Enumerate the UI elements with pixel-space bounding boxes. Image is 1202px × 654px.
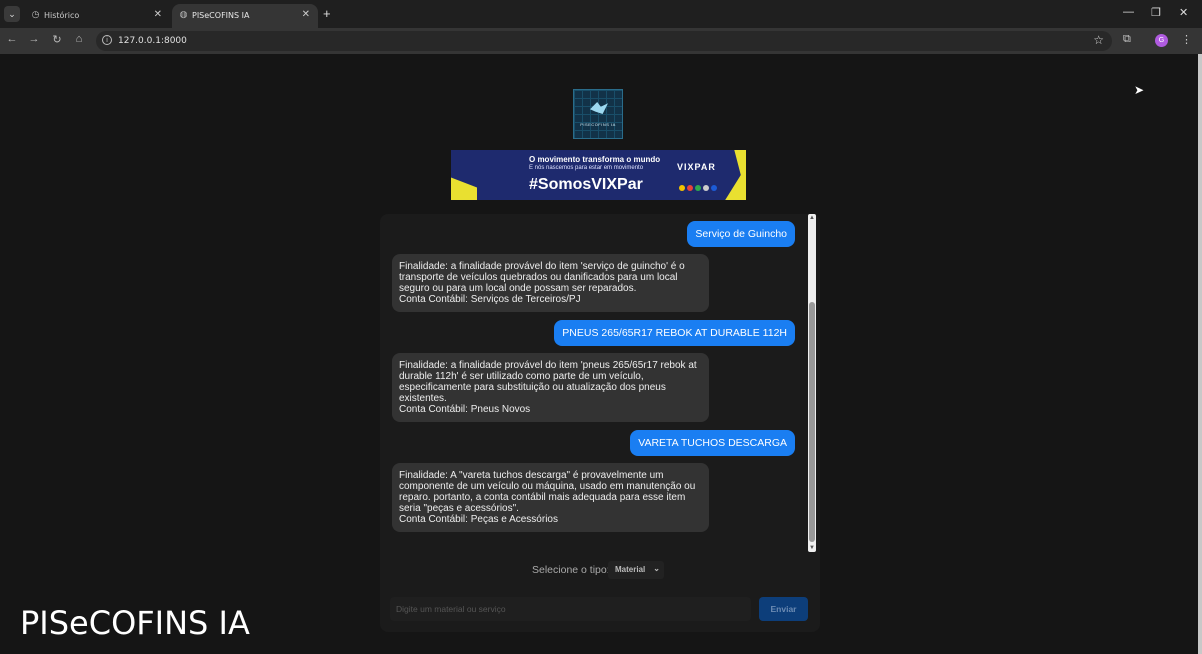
banner-partner-logos: [679, 178, 719, 196]
extensions-icon[interactable]: ⧉: [1123, 33, 1131, 46]
new-tab-icon[interactable]: +: [323, 6, 331, 21]
banner-hashtag: #SomosVIXPar: [529, 176, 643, 193]
banner-yellow-shape-left: [451, 177, 477, 200]
tab-search-button[interactable]: ⌄: [4, 6, 20, 22]
bot-conta: Conta Contábil: Peças e Acessórios: [399, 514, 558, 525]
tab-title: PISeCOFINS IA: [192, 11, 250, 20]
tab-title: Histórico: [44, 11, 80, 20]
forward-icon[interactable]: →: [26, 33, 42, 45]
logo-text: PISECOFINS IA: [580, 122, 616, 127]
vixpar-banner: O movimento transforma o mundo E nós nas…: [451, 150, 746, 200]
minimize-icon[interactable]: —: [1123, 6, 1134, 18]
tab-strip: ⌄ ◷ Histórico ✕ ◍ PISeCOFINS IA ✕ + — ❐ …: [0, 0, 1202, 28]
home-icon[interactable]: ⌂: [71, 33, 87, 45]
globe-icon: ◍: [179, 10, 188, 20]
menu-icon[interactable]: ⋮: [1181, 33, 1192, 46]
url-text[interactable]: 127.0.0.1:8000: [118, 36, 187, 46]
bookmark-star-icon[interactable]: ☆: [1093, 33, 1104, 47]
video-watermark: PISeCOFINS IA: [20, 604, 250, 642]
tab-historico[interactable]: ◷ Histórico ✕: [24, 4, 170, 28]
banner-subline: E nós nascemos para estar em movimento: [529, 165, 644, 171]
back-icon[interactable]: ←: [4, 33, 20, 45]
chevron-down-icon: ⌄: [653, 564, 660, 573]
material-input[interactable]: [390, 597, 751, 621]
user-message: VARETA TUCHOS DESCARGA: [630, 430, 795, 456]
send-button[interactable]: Enviar: [759, 597, 808, 621]
page-scrollbar[interactable]: [1198, 54, 1202, 654]
bot-finalidade: Finalidade: A "vareta tuchos descarga" é…: [399, 470, 696, 514]
app-logo: PISECOFINS IA: [573, 89, 623, 139]
type-select[interactable]: Material ⌄: [608, 561, 664, 579]
bot-message: Finalidade: a finalidade provável do ite…: [392, 254, 709, 312]
bot-finalidade: Finalidade: a finalidade provável do ite…: [399, 261, 685, 294]
tab-pisecofins[interactable]: ◍ PISeCOFINS IA ✕: [172, 4, 318, 28]
profile-avatar[interactable]: G: [1155, 34, 1168, 47]
bot-message: Finalidade: a finalidade provável do ite…: [392, 353, 709, 422]
close-tab-icon[interactable]: ✕: [154, 9, 162, 20]
banner-brand: VIXPAR: [677, 162, 716, 172]
scroll-up-icon[interactable]: ▲: [809, 215, 815, 221]
scroll-down-icon[interactable]: ▼: [809, 545, 815, 551]
chat-scrollbar[interactable]: ▲ ▼: [808, 214, 816, 552]
user-message: PNEUS 265/65R17 REBOK AT DURABLE 112H: [554, 320, 795, 346]
banner-headline: O movimento transforma o mundo: [529, 155, 661, 164]
address-bar[interactable]: i 127.0.0.1:8000 ☆: [96, 31, 1112, 51]
restore-icon[interactable]: ❐: [1151, 6, 1161, 19]
browser-toolbar: ← → ↻ ⌂ i 127.0.0.1:8000 ☆ ⧉ ⋮: [0, 28, 1202, 54]
bot-conta: Conta Contábil: Pneus Novos: [399, 404, 531, 415]
site-info-icon[interactable]: i: [102, 35, 112, 45]
bot-finalidade: Finalidade: a finalidade provável do ite…: [399, 360, 697, 404]
chat-scrollbar-thumb[interactable]: [809, 302, 815, 542]
type-select-value: Material: [615, 565, 646, 574]
reload-icon[interactable]: ↻: [49, 33, 65, 46]
bot-message: Finalidade: A "vareta tuchos descarga" é…: [392, 463, 709, 532]
close-tab-icon[interactable]: ✕: [302, 9, 310, 20]
banner-yellow-shape-right: [725, 150, 746, 200]
user-message: Serviço de Guincho: [687, 221, 795, 247]
type-select-label: Selecione o tipo:: [532, 564, 610, 576]
history-icon: ◷: [31, 10, 40, 20]
mouse-cursor-icon: ➤: [1134, 83, 1145, 97]
close-window-icon[interactable]: ✕: [1179, 6, 1188, 19]
bot-conta: Conta Contábil: Serviços de Terceiros/PJ: [399, 294, 581, 305]
logo-circuit-pattern: [574, 90, 622, 138]
